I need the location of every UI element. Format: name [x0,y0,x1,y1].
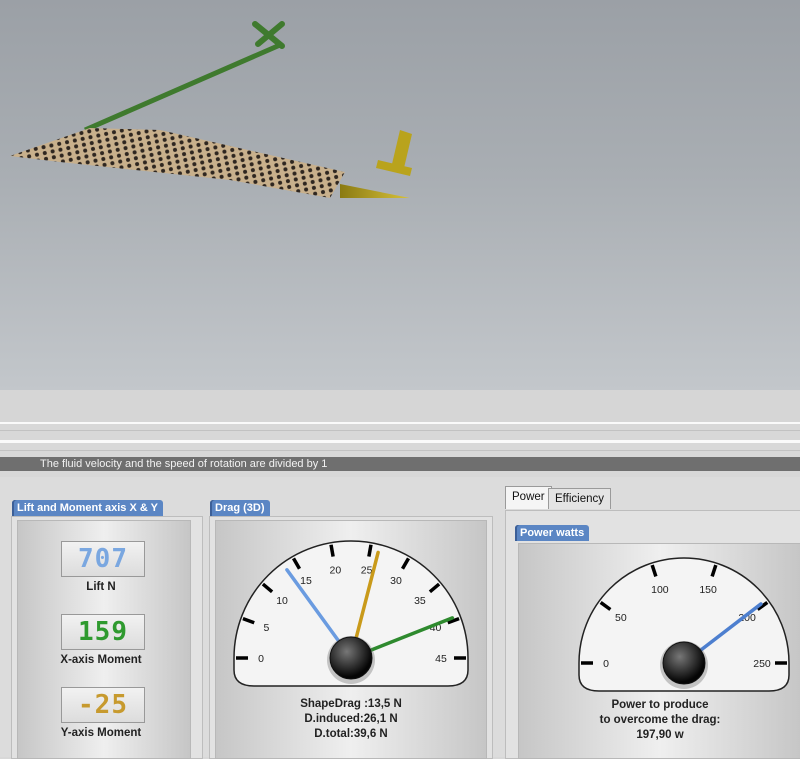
power-tick-label: 150 [699,584,717,596]
x-moment-label: X-axis Moment [60,654,142,666]
status-message: The fluid velocity and the speed of rota… [40,458,328,470]
lift-display: 707 [61,541,145,577]
drag-tick [329,544,335,557]
x-moment-display: 159 [61,614,145,650]
power-readout: Power to produce to overcome the drag: 1… [519,698,800,743]
x-moment-value: 159 [78,617,128,647]
drag-tick [367,544,373,557]
wing-scene [10,21,412,198]
lift-label: Lift N [86,581,116,593]
power-line-1: Power to produce [611,699,709,711]
wing-mesh [10,128,345,198]
tab-efficiency[interactable]: Efficiency [548,488,612,509]
tab-power[interactable]: Power [505,486,552,509]
x-axis-marker-icon [252,21,285,49]
separator-line [0,430,800,431]
status-bar: The fluid velocity and the speed of rota… [0,457,800,471]
total-drag-text: D.total:39,6 N [314,728,388,740]
power-gauge: 050100 150200250 [578,557,790,692]
power-tick-label: 50 [615,612,627,624]
power-tick-label: 250 [753,658,771,670]
drag-tick-label: 35 [414,595,426,607]
lift-panel-title: Lift and Moment axis X & Y [12,500,163,516]
drag-tick-label: 20 [330,564,342,576]
lift-panel: 707 Lift N 159 X-axis Moment -25 Y-axis … [17,520,191,759]
y-moment-value: -25 [78,690,128,720]
drag-panel: 0 5 10 15 20 25 30 35 40 45 ShapeDrag :13,5 N D.i… [215,520,487,759]
power-tick-label: 0 [603,658,609,670]
drag-readout: ShapeDrag :13,5 N D.induced:26,1 N D.tot… [216,697,486,742]
drag-tick-label: 15 [300,575,312,587]
x-axis-line [84,42,281,133]
drag-tick-label: 45 [435,653,447,665]
drag-tick-label: 10 [276,595,288,607]
shape-drag-text: ShapeDrag :13,5 N [300,698,402,710]
y-axis-marker-icon [376,130,412,176]
y-moment-label: Y-axis Moment [60,727,142,739]
3d-viewport[interactable] [0,0,800,390]
power-line-2: to overcome the drag: [599,714,721,726]
drag-gauge: 05101520 2530354045 [233,540,469,687]
separator-band [0,390,800,422]
separator-line [0,422,800,424]
y-moment-display: -25 [61,687,145,723]
power-panel: 0 50 100 150 200 250 Power to produce to over… [518,543,800,759]
power-tick-label: 100 [651,584,669,596]
induced-drag-text: D.induced:26,1 N [304,713,398,725]
separator-line [0,450,800,451]
drag-tick-label: 30 [390,575,402,587]
lift-value: 707 [78,544,128,574]
power-panel-title: Power watts [515,525,590,541]
y-axis-arrow-icon [340,184,410,198]
drag-panel-title: Drag (3D) [210,500,270,516]
power-value-text: 197,90 w [636,729,684,741]
drag-tick-label: 5 [264,622,270,634]
separator-line [0,440,800,443]
drag-tick-label: 0 [258,653,264,665]
power-hub [662,641,706,685]
drag-hub [329,636,373,680]
